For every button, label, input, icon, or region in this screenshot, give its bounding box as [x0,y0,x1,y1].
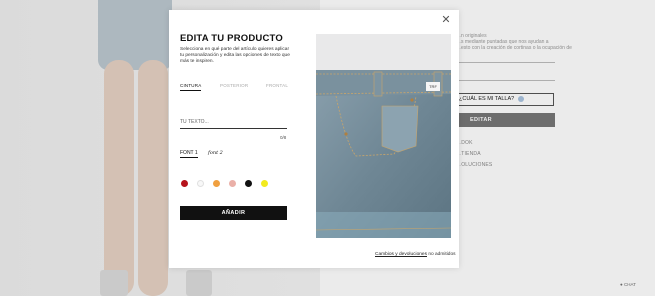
modal-description: Selecciona en qué parte del artículo qui… [180,47,290,65]
jeans-waistband-illustration [316,70,451,238]
product-preview-image: TRF [316,34,451,238]
character-counter: 0/8 [280,135,287,140]
chat-icon: ● [620,282,623,287]
color-swatch-orange[interactable] [213,180,220,187]
color-swatch-pink[interactable] [229,180,236,187]
close-icon[interactable]: ✕ [440,14,452,26]
font-option-2[interactable]: font 2 [208,150,223,156]
color-swatch-yellow[interactable] [261,180,268,187]
tab-frontal[interactable]: FRONTAL [266,83,288,90]
add-button[interactable]: AÑADIR [180,206,287,220]
custom-text-input[interactable] [180,116,287,129]
returns-link[interactable]: Cambios y devoluciones [375,252,427,257]
chat-label: CHAT [623,282,636,287]
chat-button[interactable]: ● CHAT [620,280,652,290]
tab-cintura[interactable]: CINTURA [180,83,202,91]
product-label: TRF [426,82,440,91]
color-swatch-black[interactable] [245,180,252,187]
color-swatch-white[interactable] [197,180,204,187]
modal-title: EDITA TU PRODUCTO [180,33,283,44]
footer-note: Cambios y devoluciones no admitidos [375,252,456,257]
tab-posterior[interactable]: POSTERIOR [220,83,248,90]
color-swatch-red[interactable] [181,180,188,187]
font-option-1[interactable]: FONT 1 [180,150,198,158]
placement-tabs: CINTURA POSTERIOR FRONTAL [180,83,288,93]
edit-product-modal: ✕ EDITA TU PRODUCTO Selecciona en qué pa… [169,10,459,268]
footer-suffix: no admitidos [427,252,456,257]
